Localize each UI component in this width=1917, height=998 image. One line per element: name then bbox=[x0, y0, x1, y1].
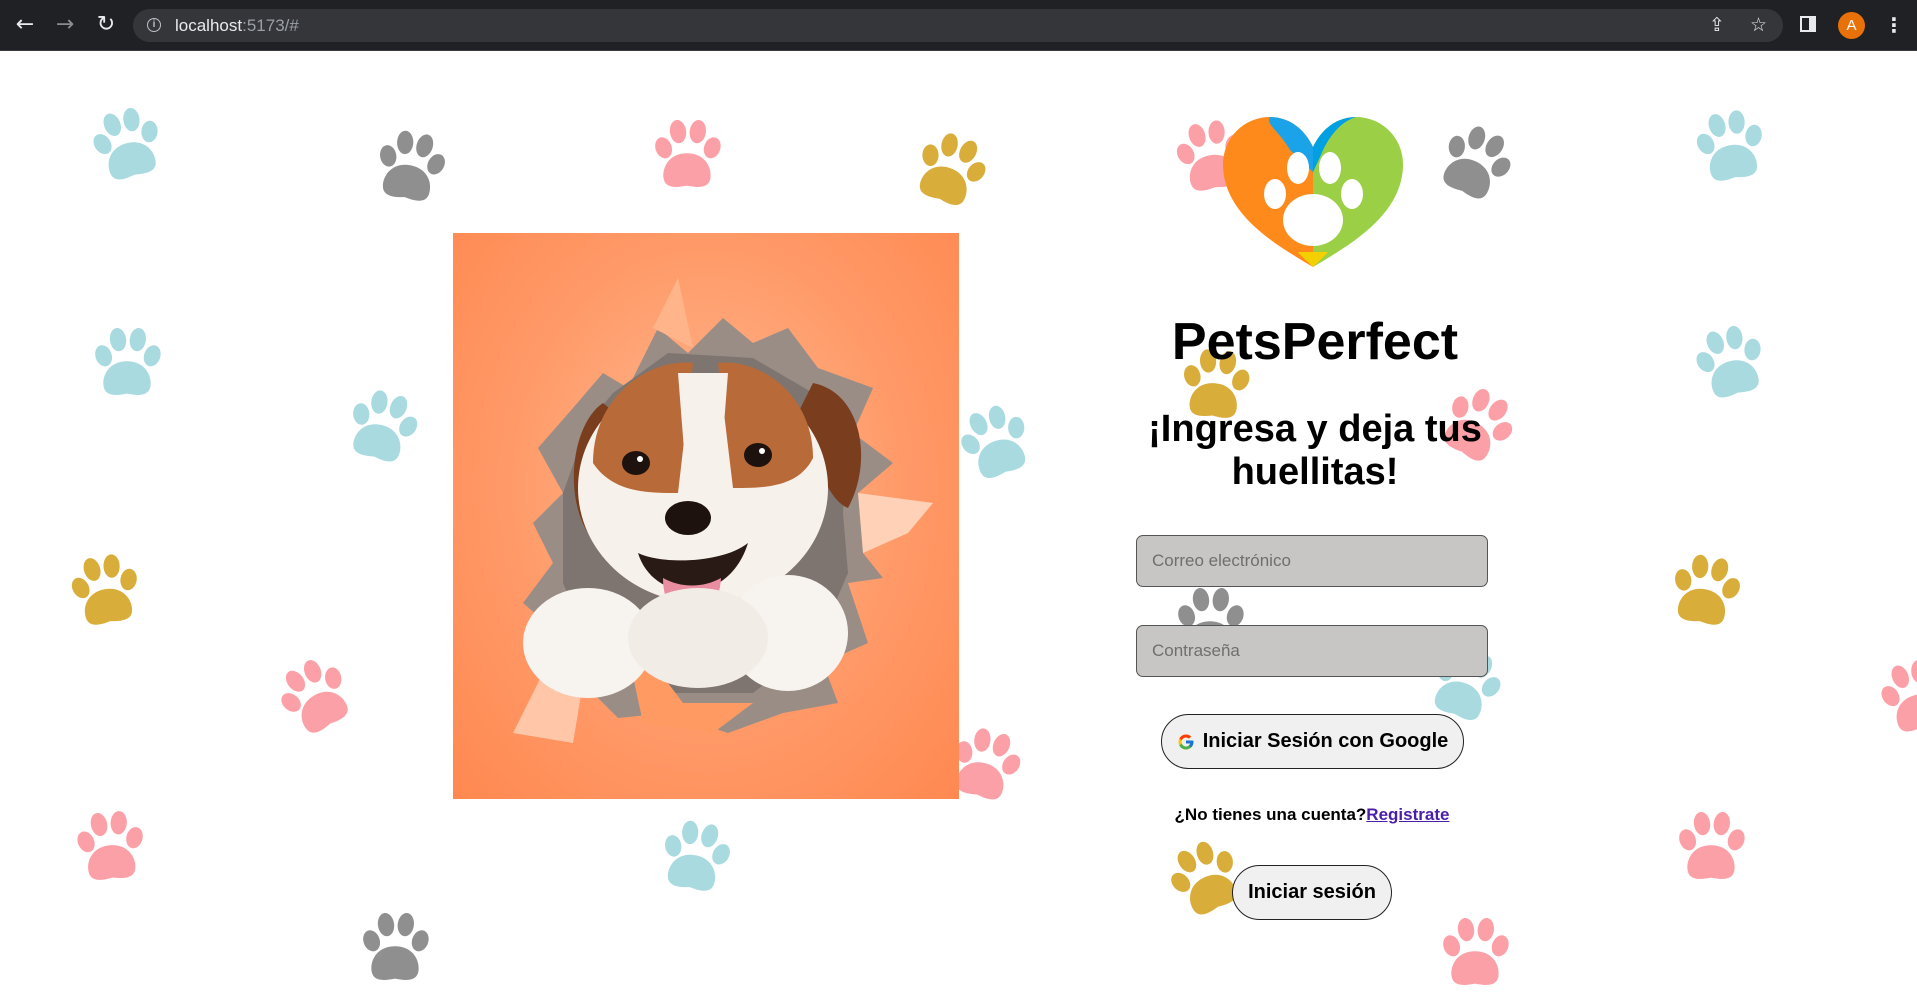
back-icon[interactable]: ← bbox=[12, 12, 38, 38]
no-account-text: ¿No tienes una cuenta? bbox=[1174, 805, 1367, 824]
google-login-button[interactable]: Iniciar Sesión con Google bbox=[1161, 714, 1464, 769]
address-bar[interactable]: i localhost:5173/# ⇪ ☆ bbox=[133, 9, 1783, 42]
paw-print-icon bbox=[892, 112, 1007, 227]
paw-print-icon bbox=[1430, 908, 1520, 998]
forward-icon[interactable]: → bbox=[52, 12, 78, 38]
url-host: localhost bbox=[175, 16, 243, 35]
paw-print-icon bbox=[1860, 642, 1917, 752]
paw-print-icon bbox=[82, 318, 172, 408]
heart-paw-logo-icon bbox=[1222, 117, 1404, 267]
paw-print-icon bbox=[358, 115, 462, 219]
kebab-menu-icon[interactable]: ⋮ bbox=[1884, 12, 1904, 38]
share-icon[interactable]: ⇪ bbox=[1709, 14, 1725, 36]
google-login-label: Iniciar Sesión con Google bbox=[1202, 730, 1449, 752]
url-path: :5173/# bbox=[242, 16, 299, 35]
brand-title: PetsPerfect bbox=[1171, 313, 1459, 371]
url-text[interactable]: localhost:5173/# bbox=[175, 15, 299, 36]
paw-print-icon bbox=[53, 539, 157, 643]
google-icon bbox=[1178, 734, 1194, 749]
login-subtitle: ¡Ingresa y deja tus huellitas! bbox=[1148, 408, 1482, 493]
password-field[interactable] bbox=[1136, 625, 1488, 677]
site-info-icon[interactable]: i bbox=[147, 18, 161, 32]
profile-avatar[interactable]: A bbox=[1838, 12, 1865, 39]
reload-icon[interactable]: ↻ bbox=[93, 12, 119, 38]
paw-print-icon bbox=[1666, 802, 1756, 892]
email-field[interactable] bbox=[1136, 535, 1488, 587]
signup-prompt: ¿No tienes una cuenta?Registrate bbox=[1136, 805, 1488, 825]
paw-print-icon bbox=[327, 372, 437, 482]
puppy-illustration bbox=[513, 278, 933, 743]
paw-print-icon bbox=[1678, 95, 1782, 199]
paw-print-icon bbox=[254, 636, 377, 759]
paw-print-icon bbox=[642, 110, 732, 200]
paw-print-icon bbox=[1415, 103, 1535, 223]
register-link[interactable]: Registrate bbox=[1366, 805, 1449, 824]
paw-print-icon bbox=[643, 805, 747, 909]
side-panel-icon[interactable] bbox=[1800, 16, 1816, 32]
brand-logo bbox=[1220, 112, 1406, 272]
browser-toolbar: ← → ↻ i localhost:5173/# ⇪ ☆ A ⋮ bbox=[0, 0, 1917, 51]
puppy-photo bbox=[453, 233, 959, 799]
paw-print-icon bbox=[1675, 308, 1785, 418]
paw-print-icon bbox=[72, 90, 182, 200]
login-submit-button[interactable]: Iniciar sesión bbox=[1232, 865, 1392, 920]
paw-print-icon bbox=[350, 903, 440, 993]
bookmark-star-icon[interactable]: ☆ bbox=[1750, 14, 1767, 36]
paw-print-icon bbox=[1653, 539, 1757, 643]
paw-print-icon bbox=[61, 798, 159, 896]
